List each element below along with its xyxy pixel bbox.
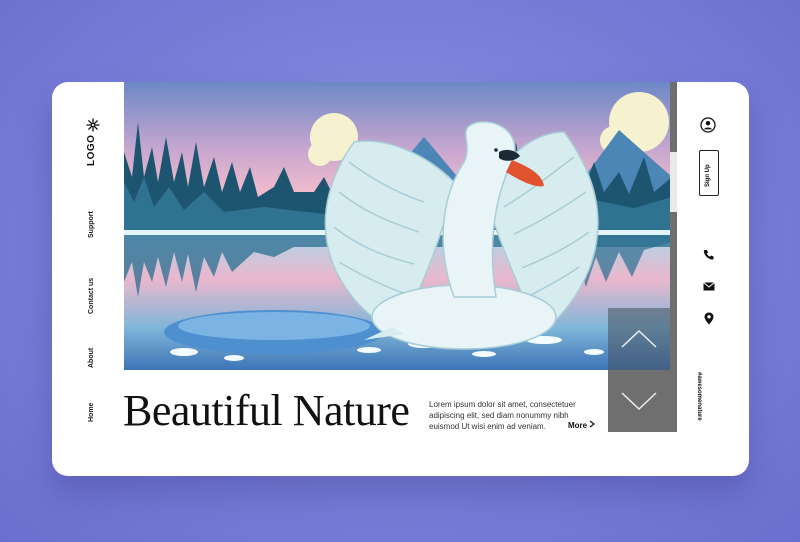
scrollbar-thumb[interactable] bbox=[670, 152, 677, 212]
page-title: Beautiful Nature bbox=[123, 386, 410, 435]
phone-icon[interactable] bbox=[703, 249, 714, 260]
chevron-down-icon bbox=[621, 392, 657, 411]
hero-illustration bbox=[124, 82, 672, 370]
chevron-right-icon bbox=[589, 420, 596, 428]
signup-label: Sign Up bbox=[705, 164, 711, 187]
snowflake-icon bbox=[86, 118, 100, 132]
mail-icon[interactable] bbox=[703, 282, 715, 291]
more-link[interactable]: More bbox=[568, 420, 596, 430]
logo[interactable]: LOGO bbox=[86, 135, 97, 166]
right-sidebar: Sign Up #awesomenature bbox=[677, 82, 749, 476]
chevron-up-icon bbox=[621, 329, 657, 348]
social-hashtag[interactable]: #awesomenature bbox=[696, 372, 702, 421]
slide-down-button[interactable] bbox=[608, 370, 670, 432]
nav-item-contact[interactable]: Contact us bbox=[88, 278, 95, 314]
left-nav: LOGO Support Contact us About Home bbox=[52, 82, 124, 476]
slide-up-button[interactable] bbox=[608, 308, 670, 370]
landing-page-card: LOGO Support Contact us About Home Beaut… bbox=[52, 82, 749, 476]
location-icon[interactable] bbox=[704, 312, 714, 325]
user-icon[interactable] bbox=[700, 117, 716, 133]
signup-button[interactable]: Sign Up bbox=[699, 150, 719, 196]
nav-item-support[interactable]: Support bbox=[88, 211, 95, 238]
more-label: More bbox=[568, 421, 588, 430]
nav-item-about[interactable]: About bbox=[88, 348, 95, 368]
nav-item-home[interactable]: Home bbox=[88, 403, 95, 422]
scrollbar-track[interactable] bbox=[670, 82, 677, 432]
